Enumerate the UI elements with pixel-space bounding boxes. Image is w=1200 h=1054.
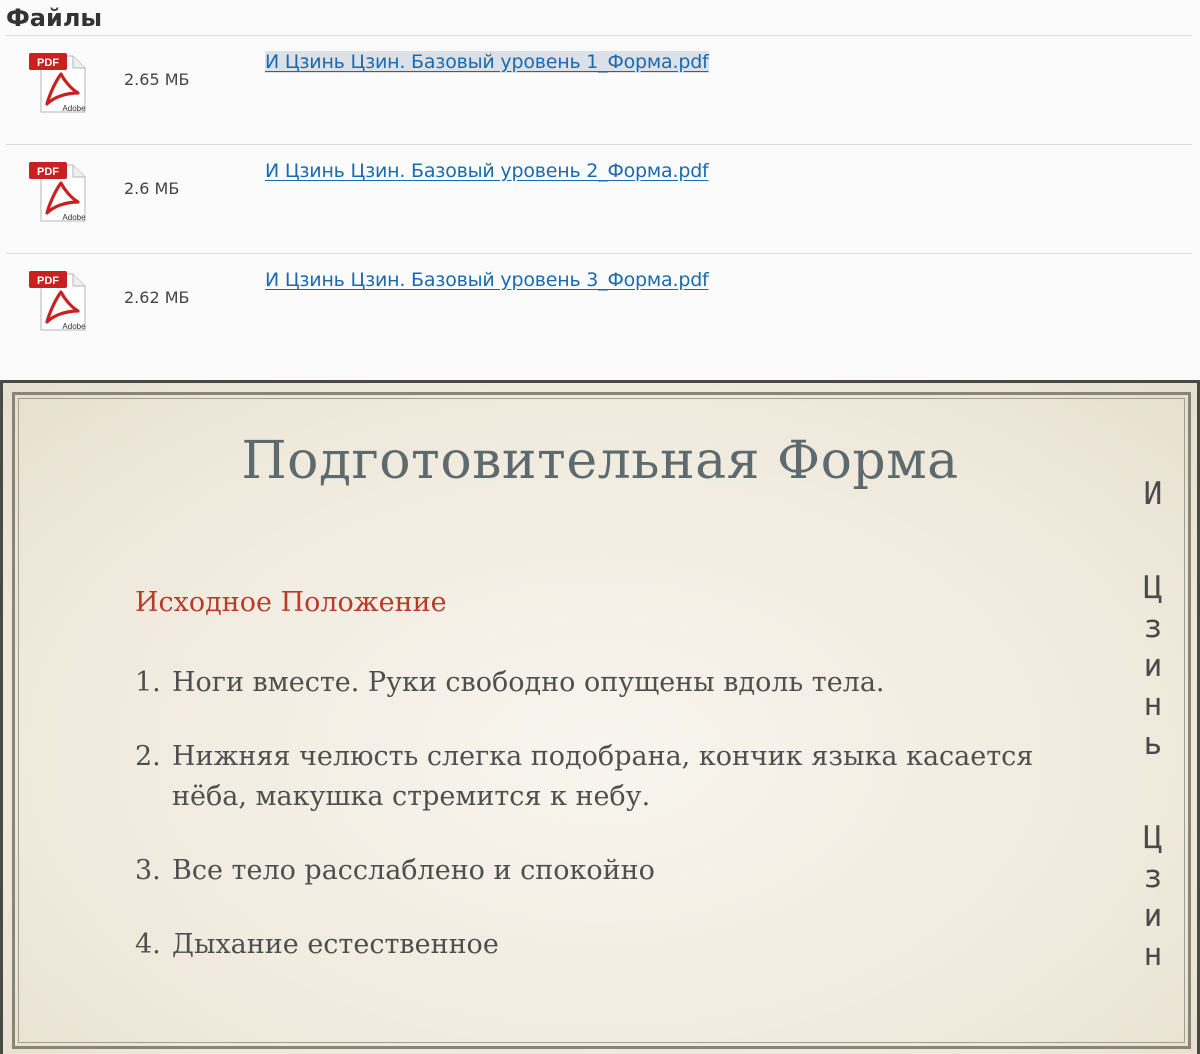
pdf-file-icon[interactable]: PDF Adobe <box>27 50 91 114</box>
file-row: PDF Adobe 2.65 МБ И Цзинь Цзин. Базовый … <box>0 50 1200 158</box>
vertical-letter: Ц <box>1143 570 1163 606</box>
vertical-letter: н <box>1143 687 1163 723</box>
files-heading: Файлы <box>6 4 103 32</box>
list-item: 3. Все тело расслаблено и спокойно <box>135 851 1085 891</box>
slide-preview: Подготовительная Форма Исходное Положени… <box>3 383 1197 1054</box>
pdf-badge-text: PDF <box>37 166 59 178</box>
vertical-letter: з <box>1143 609 1163 645</box>
step-number: 2. <box>135 741 161 772</box>
adobe-label: Adobe <box>62 213 86 222</box>
file-link[interactable]: И Цзинь Цзин. Базовый уровень 3_Форма.pd… <box>265 269 709 291</box>
file-link[interactable]: И Цзинь Цзин. Базовый уровень 2_Форма.pd… <box>265 160 709 182</box>
step-text: Все тело расслаблено и спокойно <box>172 855 655 886</box>
vertical-letter: и <box>1143 898 1163 934</box>
file-link[interactable]: И Цзинь Цзин. Базовый уровень 1_Форма.pd… <box>265 51 709 73</box>
slide-title: Подготовительная Форма <box>241 431 959 491</box>
list-item: 1. Ноги вместе. Руки свободно опущены вд… <box>135 663 1085 703</box>
pdf-badge-text: PDF <box>37 57 59 69</box>
divider <box>6 253 1192 254</box>
list-item: 4. Дыхание естественное <box>135 925 1085 965</box>
step-text: Дыхание естественное <box>172 929 499 960</box>
step-text: Ноги вместе. Руки свободно опущены вдоль… <box>172 667 885 698</box>
steps-list: 1. Ноги вместе. Руки свободно опущены вд… <box>135 663 1085 999</box>
file-size: 2.62 МБ <box>124 288 190 307</box>
pdf-badge-text: PDF <box>37 275 59 287</box>
step-number: 1. <box>135 667 161 698</box>
vertical-letter: з <box>1143 859 1163 895</box>
divider <box>6 35 1192 36</box>
files-panel: Файлы PDF Adobe 2.65 МБ И Цзинь Цзин. Ба… <box>0 0 1200 380</box>
adobe-label: Adobe <box>62 322 86 331</box>
vertical-letter: ь <box>1143 726 1163 762</box>
step-number: 3. <box>135 855 161 886</box>
vertical-letter: И <box>1143 476 1163 512</box>
list-item: 2. Нижняя челюсть слегка подобрана, конч… <box>135 737 1085 817</box>
pdf-file-icon[interactable]: PDF Adobe <box>27 159 91 223</box>
file-row: PDF Adobe 2.6 МБ И Цзинь Цзин. Базовый у… <box>0 159 1200 267</box>
vertical-letter: и <box>1143 648 1163 684</box>
divider <box>6 144 1192 145</box>
adobe-label: Adobe <box>62 104 86 113</box>
slide-subtitle: Исходное Положение <box>135 587 447 618</box>
file-size: 2.6 МБ <box>124 179 180 198</box>
step-number: 4. <box>135 929 161 960</box>
vertical-letter: н <box>1143 937 1163 973</box>
vertical-title: ИЦзиньЦзин <box>1133 475 1173 975</box>
step-text: Нижняя челюсть слегка подобрана, кончик … <box>172 741 1034 812</box>
pdf-file-icon[interactable]: PDF Adobe <box>27 268 91 332</box>
file-row: PDF Adobe 2.62 МБ И Цзинь Цзин. Базовый … <box>0 268 1200 376</box>
vertical-letter: Ц <box>1143 820 1163 856</box>
file-size: 2.65 МБ <box>124 70 190 89</box>
